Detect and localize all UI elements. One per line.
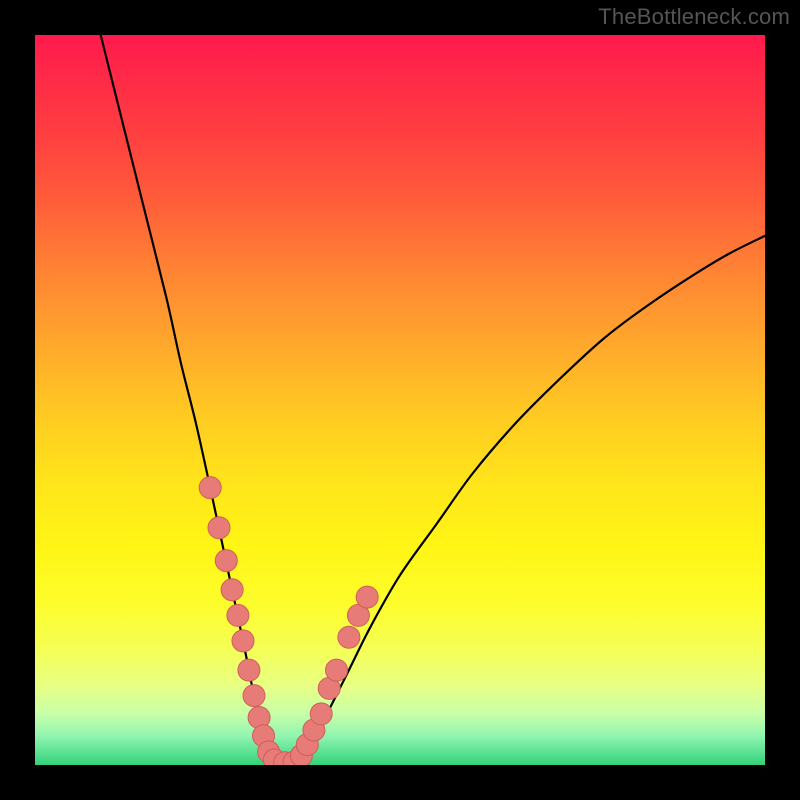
data-marker — [227, 604, 249, 626]
chart-svg — [35, 35, 765, 765]
bottleneck-curve — [101, 35, 765, 765]
data-marker — [356, 586, 378, 608]
data-marker — [208, 517, 230, 539]
chart-frame: TheBottleneck.com — [0, 0, 800, 800]
marker-group — [199, 477, 378, 765]
data-marker — [310, 703, 332, 725]
data-marker — [326, 659, 348, 681]
data-marker — [215, 550, 237, 572]
data-marker — [232, 630, 254, 652]
plot-area — [35, 35, 765, 765]
data-marker — [338, 626, 360, 648]
data-marker — [199, 477, 221, 499]
data-marker — [243, 685, 265, 707]
watermark-text: TheBottleneck.com — [598, 4, 790, 30]
data-marker — [221, 579, 243, 601]
data-marker — [238, 659, 260, 681]
